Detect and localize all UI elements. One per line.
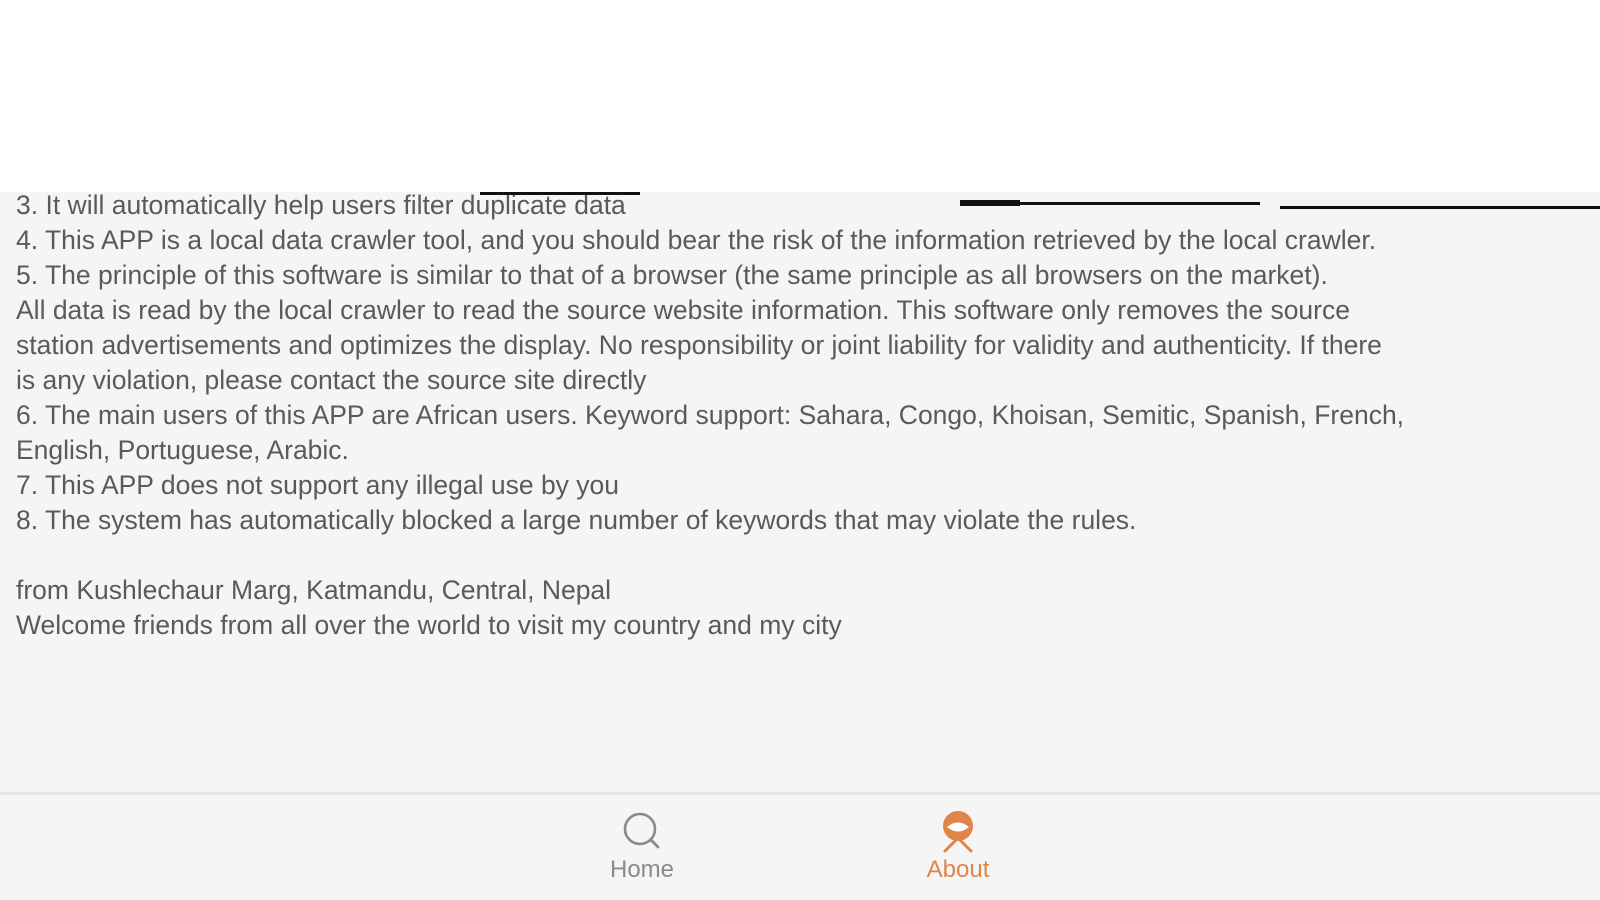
text-line: English, Portuguese, Arabic. [16,435,349,465]
render-artifact-line [1280,206,1600,209]
tab-home-label: Home [609,856,675,883]
text-line: Welcome friends from all over the world … [16,610,842,640]
text-line: All data is read by the local crawler to… [16,295,1350,325]
text-line: is any violation, please contact the sou… [16,365,647,395]
text-line: 7. This APP does not support any illegal… [16,470,620,500]
search-icon [623,812,660,849]
text-line: from Kushlechaur Marg, Katmandu, Central… [16,575,612,605]
render-artifact-line [480,192,640,195]
text-line: 6. The main users of this APP are Africa… [16,400,1405,430]
render-artifact-line [960,200,1020,206]
tab-home[interactable]: Home [582,795,702,895]
text-line: station advertisements and optimizes the… [16,330,1382,360]
text-line: 4. This APP is a local data crawler tool… [16,225,1377,255]
text-line: 8. The system has automatically blocked … [16,505,1137,535]
about-icon [943,811,973,853]
tab-about-label: About [926,856,990,883]
render-artifact-line [1020,202,1260,205]
top-blank-area [0,0,1600,192]
app-screen: 3. It will automatically help users filt… [0,0,1600,900]
about-content[interactable]: 3. It will automatically help users filt… [0,192,1600,792]
bottom-tab-bar: Home About [0,795,1600,900]
tab-about[interactable]: About [898,795,1018,895]
about-text: 3. It will automatically help users filt… [16,192,1586,643]
text-line: 5. The principle of this software is sim… [16,260,1328,290]
